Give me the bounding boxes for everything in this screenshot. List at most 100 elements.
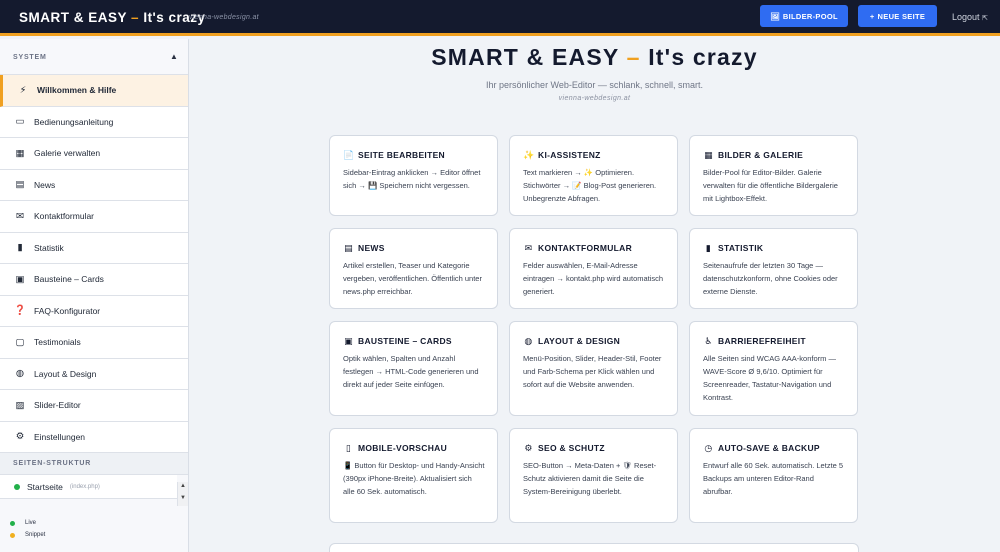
card-text: Seitenaufrufe der letzten 30 Tage — date… bbox=[703, 261, 838, 296]
scroll-down-icon[interactable]: ▼ bbox=[180, 495, 186, 501]
legend-snippet-label: Snippet bbox=[25, 532, 46, 538]
card-title-text: SEO & SCHUTZ bbox=[538, 443, 605, 453]
bilder-pool-button[interactable]: 🖼 BILDER-POOL bbox=[760, 5, 848, 27]
sidebar-item-label: Statistik bbox=[34, 242, 64, 253]
help-card-statistik: ▮ STATISTIK Seitenaufrufe der letzten 30 T… bbox=[689, 228, 858, 309]
chart-icon: ▮ bbox=[17, 242, 23, 253]
legend-live: Live bbox=[10, 517, 45, 529]
sidebar-item-faq-konfigurator[interactable]: ❓ FAQ-Konfigurator bbox=[0, 295, 188, 327]
images-icon: ▦ bbox=[704, 149, 713, 160]
question-icon: ❓ bbox=[14, 305, 26, 316]
card-title: ▮ STATISTIK bbox=[703, 243, 845, 253]
card-title: ♿ BARRIEREFREIHEIT bbox=[703, 336, 845, 346]
card-title-text: BILDER & GALERIE bbox=[718, 150, 804, 160]
brand-title: SMART & EASY – It's crazy bbox=[19, 10, 206, 25]
status-legend: Live Snippet bbox=[10, 517, 45, 541]
help-card-bilder-galerie: ▦ BILDER & GALERIE Bilder-Pool für Editor-… bbox=[689, 135, 858, 216]
logout-icon: ⇱ bbox=[982, 15, 988, 22]
brand-subtitle: vienna-webdesign.at bbox=[189, 14, 259, 21]
help-card-news: ▤ NEWS Artikel erstellen, Teaser und Kateg… bbox=[329, 228, 498, 309]
collapse-caret-icon[interactable]: ▲ bbox=[170, 52, 178, 61]
card-title: ✨ KI-ASSISTENZ bbox=[523, 150, 665, 160]
sidebar-item-label: Galerie verwalten bbox=[34, 148, 101, 159]
card-text: Artikel erstellen, Teaser und Kategorie … bbox=[343, 261, 482, 296]
help-card-kontaktformular: ✉ KONTAKTFORMULAR Felder auswählen, E-Mail… bbox=[509, 228, 678, 309]
sidebar-item-label: FAQ-Konfigurator bbox=[34, 305, 101, 316]
sidebar-item-galerie-verwalten[interactable]: ▦ Galerie verwalten bbox=[0, 138, 188, 170]
card-title: ◍ LAYOUT & DESIGN bbox=[523, 336, 665, 346]
page-name: Startseite bbox=[27, 481, 63, 492]
card-title: ▤ NEWS bbox=[343, 243, 485, 253]
mobile-icon: ▯ bbox=[345, 442, 352, 453]
sidebar-item-bausteine-cards[interactable]: ▣ Bausteine – Cards bbox=[0, 264, 188, 296]
sparkles-icon: ✨ bbox=[523, 149, 535, 160]
legend-live-label: Live bbox=[25, 520, 37, 526]
card-text: 📱 Button für Desktop- und Handy-Ansicht … bbox=[343, 461, 485, 496]
legend-snippet: Snippet bbox=[10, 529, 45, 541]
page-title-dash: – bbox=[626, 44, 641, 70]
bilder-pool-label: BILDER-POOL bbox=[782, 11, 838, 21]
page-tree-item-startseite[interactable]: Startseite (index.php) bbox=[0, 475, 177, 499]
sidebar-item-kontaktformular[interactable]: ✉ Kontaktformular bbox=[0, 201, 188, 233]
card-title: ◷ AUTO-SAVE & BACKUP bbox=[703, 443, 845, 453]
clock-icon: ◷ bbox=[704, 442, 713, 453]
news-icon: ▤ bbox=[15, 179, 25, 190]
structure-section-label: SEITEN-STRUKTUR bbox=[13, 460, 92, 467]
sidebar-item-layout-design[interactable]: ◍ Layout & Design bbox=[0, 358, 188, 390]
sidebar-menu: ⚡ Willkommen & Hilfe ▭ Bedienungsanleitung ▦… bbox=[0, 75, 188, 453]
card-title-text: NEWS bbox=[358, 243, 385, 253]
slider-icon: ▨ bbox=[15, 399, 25, 411]
chart-icon: ▮ bbox=[705, 242, 712, 253]
monitor-icon: ▭ bbox=[15, 116, 25, 127]
sidebar-item-news[interactable]: ▤ News bbox=[0, 169, 188, 201]
scroll-up-icon[interactable]: ▲ bbox=[180, 483, 186, 489]
card-title-text: SEITE BEARBEITEN bbox=[358, 150, 445, 160]
gear-icon: ⚙ bbox=[15, 431, 25, 442]
card-title: ▣ BAUSTEINE – CARDS bbox=[343, 336, 485, 346]
card-title-text: AUTO-SAVE & BACKUP bbox=[718, 443, 820, 453]
live-dot-icon bbox=[10, 520, 15, 526]
palette-icon: ◍ bbox=[524, 335, 533, 346]
sidebar-item-bedienungsanleitung[interactable]: ▭ Bedienungsanleitung bbox=[0, 106, 188, 138]
speech-bubble-icon: ▢ bbox=[15, 336, 25, 348]
help-card-barrierefreiheit: ♿ BARRIEREFREIHEIT Alle Seiten sind WCAG A… bbox=[689, 321, 858, 416]
card-title-text: BARRIEREFREIHEIT bbox=[718, 336, 806, 346]
card-text: Text markieren → ✨ Optimieren. Stichwört… bbox=[523, 168, 657, 203]
sidebar-item-label: News bbox=[34, 179, 56, 190]
page-file: (index.php) bbox=[69, 483, 100, 490]
live-status-icon bbox=[14, 483, 20, 490]
new-page-button[interactable]: + NEUE SEITE bbox=[858, 5, 937, 27]
palette-icon: ◍ bbox=[15, 368, 25, 379]
help-card-auto-save-backup: ◷ AUTO-SAVE & BACKUP Entwurf alle 60 Sek. … bbox=[689, 428, 858, 523]
accessibility-icon: ♿ bbox=[704, 335, 713, 346]
sidebar-item-slider-editor[interactable]: ▨ Slider-Editor bbox=[0, 390, 188, 422]
document-icon: 📄 bbox=[343, 149, 355, 160]
card-title: ✉ KONTAKTFORMULAR bbox=[523, 243, 665, 253]
system-section-header[interactable]: SYSTEM ▲ bbox=[0, 39, 188, 75]
snippet-dot-icon bbox=[10, 532, 15, 538]
sidebar-item-label: Willkommen & Hilfe bbox=[37, 85, 117, 96]
logout-label: Logout bbox=[952, 12, 980, 22]
plus-icon: + bbox=[869, 11, 875, 21]
card-title-text: KI-ASSISTENZ bbox=[538, 150, 601, 160]
card-title-text: BAUSTEINE – CARDS bbox=[358, 336, 452, 346]
page-subtitle-domain: vienna-webdesign.at bbox=[558, 95, 631, 102]
logout-link[interactable]: Logout ⇱ bbox=[952, 12, 988, 22]
sidebar-item-testimonials[interactable]: ▢ Testimonials bbox=[0, 327, 188, 359]
sidebar: SYSTEM ▲ ⚡ Willkommen & Hilfe ▭ Bedienungsa… bbox=[0, 39, 189, 552]
page-tree-scrollbar[interactable]: ▲ ▼ bbox=[177, 482, 188, 506]
sidebar-item-label: Einstellungen bbox=[34, 431, 86, 442]
card-text: Entwurf alle 60 Sek. automatisch. Letzte… bbox=[703, 461, 844, 496]
news-icon: ▤ bbox=[344, 242, 353, 253]
sidebar-item-willkommen-hilfe[interactable]: ⚡ Willkommen & Hilfe bbox=[0, 75, 188, 107]
help-card-layout-design: ◍ LAYOUT & DESIGN Menü-Position, Slider, H… bbox=[509, 321, 678, 416]
card-title: ▦ BILDER & GALERIE bbox=[703, 150, 845, 160]
page-title: SMART & EASY – It's crazy bbox=[189, 44, 1000, 71]
card-text: Sidebar-Eintrag anklicken → Editor öffne… bbox=[343, 168, 481, 190]
page-title-right: It's crazy bbox=[648, 44, 758, 70]
help-card-seite-bearbeiten: 📄 SEITE BEARBEITEN Sidebar-Eintrag anklick… bbox=[329, 135, 498, 216]
sidebar-item-statistik[interactable]: ▮ Statistik bbox=[0, 232, 188, 264]
sidebar-item-einstellungen[interactable]: ⚙ Einstellungen bbox=[0, 421, 188, 453]
image-icon: 🖼 bbox=[770, 11, 780, 21]
envelope-icon: ✉ bbox=[16, 210, 24, 222]
